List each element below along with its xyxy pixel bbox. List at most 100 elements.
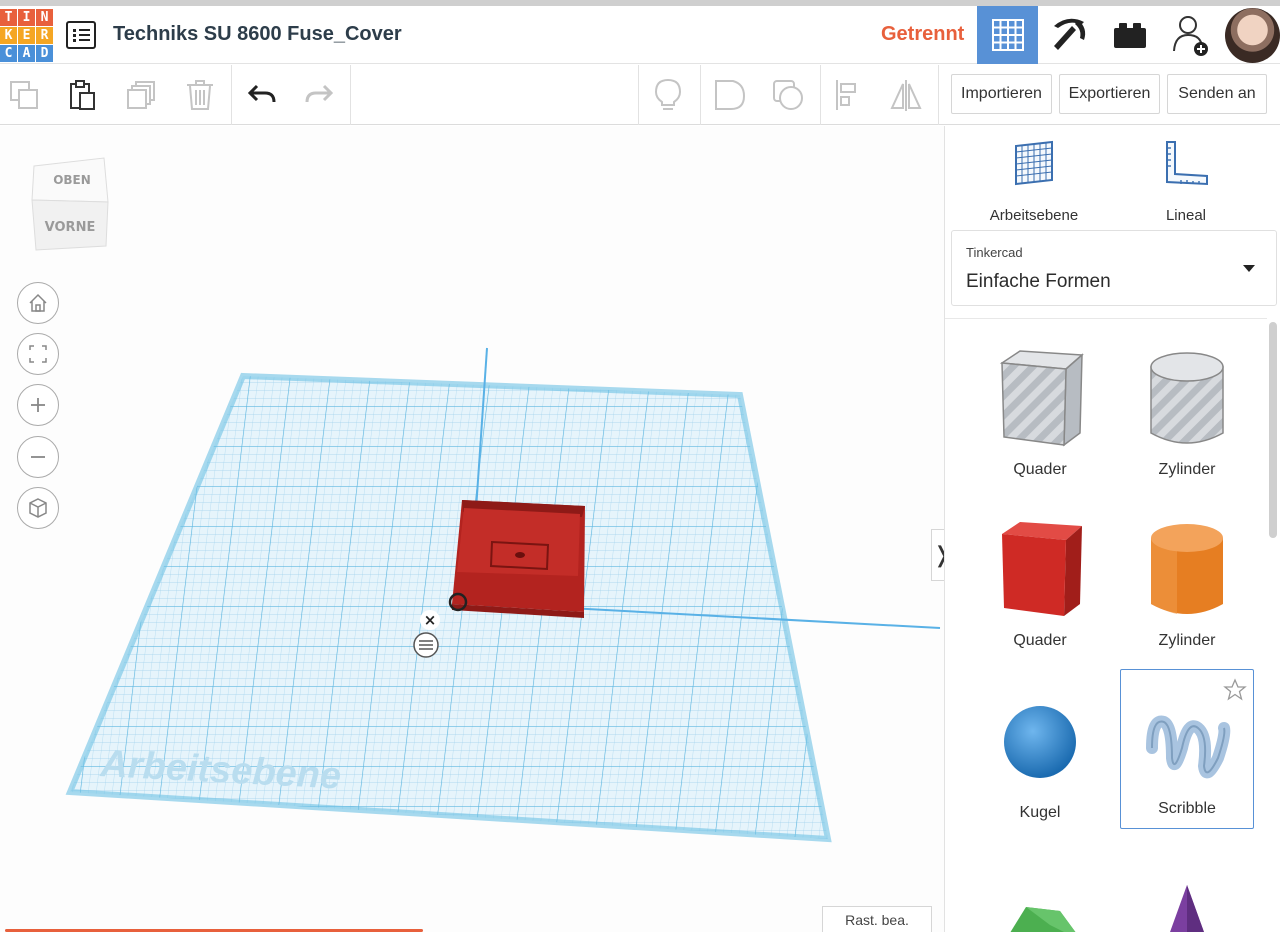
send-to-button[interactable]: Senden an: [1167, 74, 1267, 114]
edit-grid-button[interactable]: Rast. bea.: [822, 906, 932, 932]
cylinder-icon: [1151, 524, 1223, 614]
blocks-button[interactable]: [1038, 6, 1099, 64]
connection-status: Getrennt: [881, 23, 965, 45]
hole-button[interactable]: [768, 75, 808, 115]
scribble-icon: [1146, 715, 1231, 779]
undo-icon: [247, 84, 276, 103]
solid-button[interactable]: [710, 75, 750, 115]
undo-button[interactable]: [242, 75, 282, 115]
shape-tile-roof[interactable]: [973, 847, 1107, 932]
shape-tile-box[interactable]: Quader: [973, 504, 1107, 662]
zoom-out-button[interactable]: [17, 436, 59, 478]
copy-icon: [10, 81, 38, 109]
plus-icon: [31, 398, 45, 412]
logo-letter: A: [18, 45, 35, 62]
add-user-icon: [1172, 16, 1208, 56]
toolbar-divider: [231, 65, 232, 125]
import-button[interactable]: Importieren: [951, 74, 1052, 114]
ruler-icon: [1166, 141, 1208, 186]
logo-letter: I: [18, 9, 35, 26]
home-view-button[interactable]: [17, 282, 59, 324]
star-icon[interactable]: [1223, 678, 1247, 702]
cone-icon: [1170, 885, 1204, 932]
grid-view-icon: [991, 19, 1024, 51]
perspective-button[interactable]: [17, 487, 59, 529]
toolbar-divider: [938, 65, 939, 125]
workplane-label: Arbeitsebene: [989, 207, 1079, 224]
shape-name: Scribble: [1158, 800, 1216, 817]
shapes-panel: Arbeitsebene Lineal Tinkercad Einfache F…: [944, 126, 1280, 932]
shape-library-dropdown[interactable]: Tinkercad Einfache Formen: [951, 230, 1277, 306]
tinkercad-logo[interactable]: TIN KER CAD: [0, 9, 53, 62]
logo-letter: R: [36, 27, 53, 44]
mirror-icon: [890, 80, 922, 111]
logo-letter: N: [36, 9, 53, 26]
red-box-object[interactable]: [452, 500, 585, 618]
logo-letter: D: [36, 45, 53, 62]
toolbar-divider: [638, 65, 639, 125]
solid-shape-icon: [715, 80, 746, 110]
sphere-icon: [1004, 706, 1076, 778]
user-avatar[interactable]: [1225, 8, 1280, 63]
bricks-button[interactable]: [1099, 6, 1160, 64]
workplane-scene[interactable]: × Arbeitsebene: [0, 126, 944, 932]
toolbar-divider: [350, 65, 351, 125]
top-bar: TIN KER CAD Techniks SU 8600 Fuse_Cover Ge…: [0, 6, 1280, 64]
cylinder-hole-icon: [1150, 352, 1224, 444]
svg-text:×: ×: [424, 611, 437, 629]
shape-tile-cylinder[interactable]: Zylinder: [1120, 504, 1254, 662]
redo-icon: [305, 84, 334, 103]
box-icon: [1002, 522, 1082, 616]
logo-letter: C: [0, 45, 17, 62]
redo-button[interactable]: [299, 75, 339, 115]
paste-button[interactable]: [62, 75, 102, 115]
shape-grid: Quader Zylinder Quader Zylinder Kugel Sc…: [945, 318, 1267, 932]
trash-icon: [187, 80, 213, 110]
project-title[interactable]: Techniks SU 8600 Fuse_Cover: [113, 23, 402, 46]
shape-tile-cone[interactable]: [1120, 847, 1254, 932]
shape-name: Kugel: [1019, 804, 1061, 821]
home-icon: [29, 293, 47, 312]
logo-letter: E: [18, 27, 35, 44]
paste-icon: [70, 80, 95, 110]
notes-button[interactable]: [648, 75, 688, 115]
design-list-icon[interactable]: [66, 21, 96, 49]
grid-view-button[interactable]: [977, 6, 1038, 64]
copy-button[interactable]: [4, 75, 44, 115]
box-hole-icon: [999, 350, 1084, 447]
workplane-tool[interactable]: Arbeitsebene: [959, 138, 1109, 224]
export-button[interactable]: Exportieren: [1059, 74, 1160, 114]
pickaxe-icon: [1053, 18, 1085, 50]
panel-scrollbar[interactable]: [1269, 322, 1277, 538]
library-selected-value: Einfache Formen: [966, 271, 1111, 292]
zoom-in-button[interactable]: [17, 384, 59, 426]
ruler-menu-icon[interactable]: [413, 632, 439, 658]
delete-button[interactable]: [180, 75, 220, 115]
align-button[interactable]: [828, 75, 868, 115]
roof-icon: [1010, 907, 1076, 932]
minus-icon: [31, 456, 45, 458]
invite-user-button[interactable]: [1160, 6, 1221, 64]
library-category: Tinkercad: [966, 245, 1023, 260]
shape-tile-sphere[interactable]: Kugel: [973, 676, 1107, 834]
fit-view-button[interactable]: [17, 333, 59, 375]
duplicate-button[interactable]: [121, 75, 161, 115]
mirror-button[interactable]: [886, 75, 926, 115]
lightbulb-icon: [654, 78, 682, 110]
view-cube[interactable]: OBEN VORNE: [28, 154, 112, 254]
shape-name: Quader: [1013, 632, 1067, 649]
view-cube-front-label: VORNE: [45, 220, 96, 235]
toolbar-divider: [820, 65, 821, 125]
shape-tile-box-hole[interactable]: Quader: [973, 333, 1107, 491]
fit-view-icon: [29, 345, 47, 363]
ruler-tool[interactable]: Lineal: [1111, 138, 1261, 224]
view-cube-top-label: OBEN: [53, 173, 91, 187]
shape-name: Quader: [1013, 461, 1067, 478]
shape-tile-scribble[interactable]: Scribble: [1120, 669, 1254, 829]
shape-tile-cylinder-hole[interactable]: Zylinder: [1120, 333, 1254, 491]
3d-viewport[interactable]: × Arbeitsebene OBEN VORNE Rast. bea.: [0, 126, 944, 932]
shape-name: Zylinder: [1158, 461, 1216, 478]
ruler-label: Lineal: [1165, 207, 1207, 224]
caret-down-icon: [1243, 265, 1255, 272]
toolbar-divider: [700, 65, 701, 125]
